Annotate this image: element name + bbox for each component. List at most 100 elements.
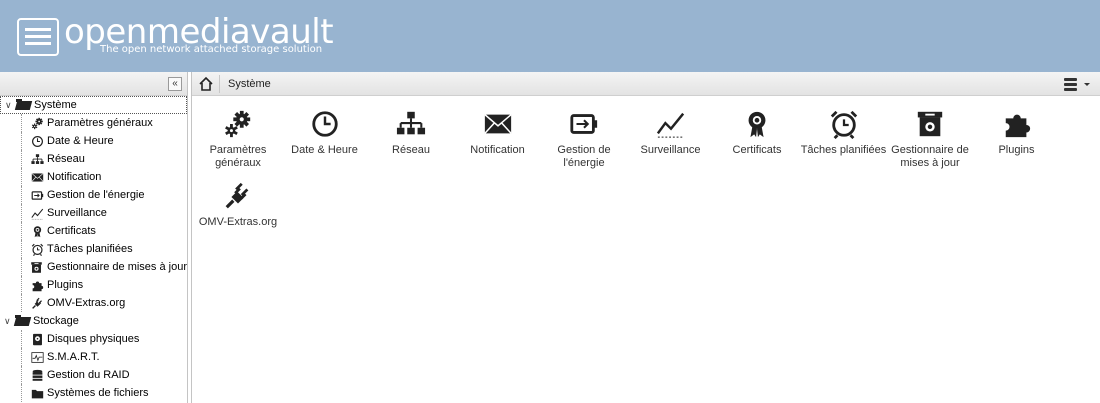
tree-item[interactable]: Systèmes de fichiers (0, 384, 187, 402)
main-content: Système Paramètres généraux Date & Heure R… (191, 72, 1100, 403)
collapse-panel-button[interactable]: « (168, 77, 182, 91)
line-chart-icon (628, 104, 714, 144)
network-icon (30, 152, 44, 166)
tile-label: OMV-Extras.org (198, 216, 278, 228)
plug-icon (30, 296, 44, 310)
clock-icon (282, 104, 368, 144)
tile[interactable]: Notification (455, 104, 541, 157)
chevron-down-icon[interactable]: ∨ (5, 100, 15, 111)
breadcrumb: Système (192, 72, 1100, 96)
tile-label: Notification (470, 144, 525, 156)
tree-item-label: Réseau (47, 153, 85, 165)
update-box-icon (887, 104, 973, 144)
tree-item-label: Gestion de l'énergie (47, 189, 145, 201)
tile-label: Gestion de l'énergie (557, 144, 611, 169)
logo-icon (17, 18, 59, 56)
battery-icon (30, 188, 44, 202)
tile[interactable]: Gestionnaire de mises à jour (887, 104, 973, 170)
tree-item-label: Notification (47, 171, 102, 183)
tile[interactable]: Réseau (368, 104, 454, 157)
tile[interactable]: Paramètres généraux (195, 104, 281, 170)
tile[interactable]: OMV-Extras.org (195, 176, 281, 229)
tree-item[interactable]: Gestion de l'énergie (0, 186, 187, 204)
tree-item[interactable]: S.M.A.R.T. (0, 348, 187, 366)
database-icon (30, 368, 44, 382)
certificate-icon (30, 224, 44, 238)
update-box-icon (30, 260, 44, 274)
certificate-icon (714, 104, 800, 144)
tree-item[interactable]: Réseau (0, 150, 187, 168)
tile-label: Surveillance (640, 144, 701, 156)
tree-item[interactable]: Paramètres généraux (0, 114, 187, 132)
tile[interactable]: Certificats (714, 104, 800, 157)
puzzle-icon (30, 278, 44, 292)
tree-item-label: Paramètres généraux (47, 117, 153, 129)
tile[interactable]: Date & Heure (282, 104, 368, 157)
tree-item-label: Certificats (47, 225, 96, 237)
clock-icon (30, 134, 44, 148)
tree-group-label: Système (34, 99, 77, 111)
network-icon (368, 104, 454, 144)
gears-icon (195, 104, 281, 144)
alarm-clock-icon (801, 104, 887, 144)
tree-item-label: Plugins (47, 279, 84, 291)
tree-toolbar: « (0, 72, 187, 96)
tree-group-0[interactable]: ∨ Système (0, 96, 187, 114)
tree-item[interactable]: Date & Heure (0, 132, 187, 150)
tree-item-label: Gestion du RAID (47, 369, 130, 381)
folder-icon (30, 386, 44, 400)
tree-item-label: Disques physiques (47, 333, 140, 345)
tile-label: Réseau (392, 144, 430, 156)
tree-item-label: S.M.A.R.T. (47, 351, 100, 363)
menu-button[interactable] (1064, 76, 1092, 92)
tile[interactable]: Plugins (974, 104, 1060, 157)
tree-item-label: Gestionnaire de mises à jour (46, 261, 187, 273)
home-icon[interactable] (198, 76, 214, 92)
navigation-tree-panel: « ∨ Système Paramètres généraux Date & Heur… (0, 72, 188, 403)
tree-item[interactable]: Gestionnaire de mises à jour (0, 258, 187, 276)
tree-item-label: Systèmes de fichiers (47, 387, 149, 399)
tile-label: Tâches planifiées (800, 144, 887, 156)
app-header: openmediavault The open network attached… (0, 0, 1100, 72)
tree-item[interactable]: Certificats (0, 222, 187, 240)
envelope-icon (30, 170, 44, 184)
gears-icon (30, 116, 44, 130)
tree-item[interactable]: Gestion du RAID (0, 366, 187, 384)
tree-item-label: Date & Heure (47, 135, 114, 147)
breadcrumb-current[interactable]: Système (228, 78, 271, 90)
tile[interactable]: Gestion de l'énergie (541, 104, 627, 170)
tile-label: Certificats (732, 144, 782, 156)
tree-item[interactable]: Tâches planifiées (0, 240, 187, 258)
tile-label: Gestionnaire de mises à jour (891, 144, 969, 169)
tree-item[interactable]: Notification (0, 168, 187, 186)
alarm-clock-icon (30, 242, 44, 256)
folder-open-icon (15, 315, 31, 327)
menu-icon (1064, 78, 1077, 81)
battery-icon (541, 104, 627, 144)
smart-icon (30, 350, 44, 364)
plug-icon (195, 176, 281, 216)
breadcrumb-separator (219, 75, 220, 93)
envelope-icon (455, 104, 541, 144)
tree-group-1[interactable]: ∨ Stockage (0, 312, 187, 330)
brand-tagline: The open network attached storage soluti… (100, 44, 323, 55)
tree-item-label: Tâches planifiées (47, 243, 133, 255)
tree-group-label: Stockage (33, 315, 79, 327)
tree-item[interactable]: Disques physiques (0, 330, 187, 348)
tile[interactable]: Surveillance (628, 104, 714, 157)
navigation-tree: ∨ Système Paramètres généraux Date & Heure R… (0, 96, 187, 402)
tree-item-label: Surveillance (47, 207, 107, 219)
tile-label: Paramètres généraux (209, 144, 267, 169)
tree-item[interactable]: Plugins (0, 276, 187, 294)
tile[interactable]: Tâches planifiées (801, 104, 887, 157)
tree-item[interactable]: OMV-Extras.org (0, 294, 187, 312)
tile-label: Plugins (998, 144, 1035, 156)
tree-item-label: OMV-Extras.org (47, 297, 126, 309)
chevron-down-icon[interactable]: ∨ (4, 316, 14, 327)
puzzle-icon (974, 104, 1060, 144)
disk-icon (30, 332, 44, 346)
tile-label: Date & Heure (291, 144, 358, 156)
tree-item[interactable]: Surveillance (0, 204, 187, 222)
line-chart-icon (30, 206, 44, 220)
chevron-down-icon (1084, 83, 1090, 86)
